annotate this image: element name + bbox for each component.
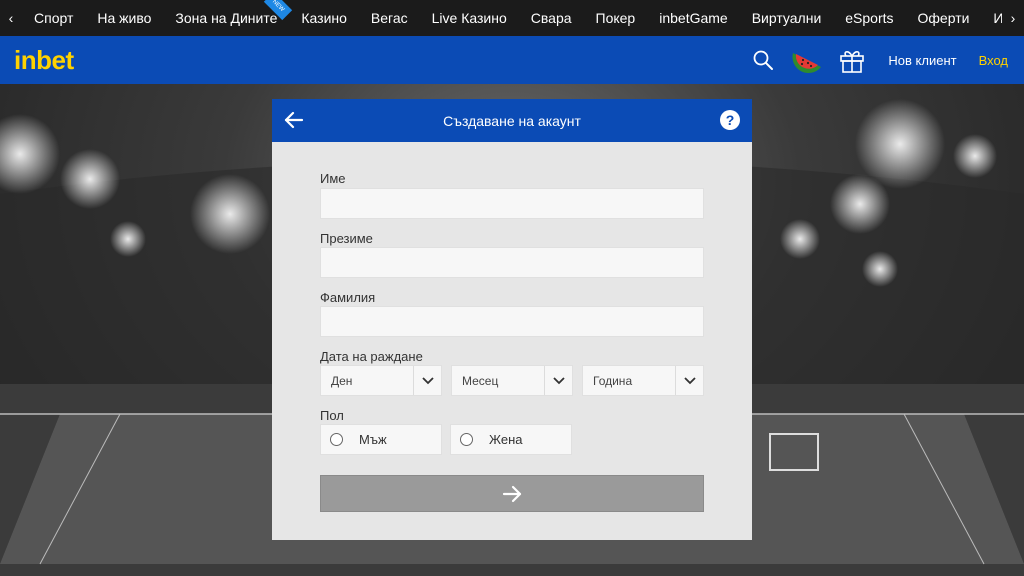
middle-name-label: Презиме (320, 231, 373, 246)
day-select[interactable]: Ден (320, 365, 442, 396)
last-name-input[interactable] (320, 306, 704, 337)
header-actions: Нов клиент Вход (752, 36, 1024, 84)
new-client-link[interactable]: Нов клиент (888, 53, 956, 68)
gender-female-label: Жена (489, 432, 523, 447)
nav-item-games[interactable]: Игрални з (981, 0, 1002, 36)
nav-item-esports[interactable]: eSports (833, 0, 905, 36)
nav-right-arrow-icon[interactable]: › (1002, 0, 1024, 36)
nav-item-sport[interactable]: Спорт (22, 0, 85, 36)
nav-item-virtual[interactable]: Виртуални (740, 0, 834, 36)
create-account-modal: Създаване на акаунт ? Име Презиме Фамили… (272, 99, 752, 540)
nav-item-offers[interactable]: Оферти (906, 0, 982, 36)
radio-circle-icon (330, 433, 343, 446)
nav-item-vegas[interactable]: Вегас (359, 0, 420, 36)
chevron-down-icon (544, 366, 572, 395)
nav-item-label: Зона на Дините (175, 10, 278, 26)
gender-label: Пол (320, 408, 344, 423)
nav-item-inbetgame[interactable]: inbetGame (647, 0, 739, 36)
middle-name-input[interactable] (320, 247, 704, 278)
modal-title: Създаване на акаунт (443, 112, 581, 129)
next-step-button[interactable] (320, 475, 704, 512)
first-name-input[interactable] (320, 188, 704, 219)
gender-male-label: Мъж (359, 432, 387, 447)
nav-left-arrow-icon[interactable]: ‹ (0, 0, 22, 36)
year-select[interactable]: Година (582, 365, 704, 396)
gender-female-radio[interactable]: Жена (450, 424, 572, 455)
last-name-label: Фамилия (320, 290, 376, 305)
chevron-down-icon (413, 366, 441, 395)
site-header: inbet Нов клиент Вход (0, 36, 1024, 84)
inbet-logo[interactable]: inbet (14, 45, 74, 76)
first-name-label: Име (320, 171, 346, 186)
help-icon[interactable]: ? (720, 110, 740, 130)
month-select[interactable]: Месец (451, 365, 573, 396)
nav-items: Спорт На живо Зона на Дините NEW Казино В… (22, 0, 1002, 36)
chevron-down-icon (675, 366, 703, 395)
gender-male-radio[interactable]: Мъж (320, 424, 442, 455)
year-select-value: Година (593, 373, 633, 388)
day-select-value: Ден (331, 373, 353, 388)
radio-circle-icon (460, 433, 473, 446)
watermelon-icon[interactable] (790, 43, 824, 77)
search-icon[interactable] (752, 49, 774, 71)
gift-icon[interactable] (838, 46, 866, 74)
nav-item-casino[interactable]: Казино (289, 0, 359, 36)
birth-date-selects: Ден Месец Година (320, 365, 704, 396)
login-link[interactable]: Вход (979, 53, 1008, 68)
nav-item-live-casino[interactable]: Live Казино (420, 0, 519, 36)
nav-item-svara[interactable]: Свара (519, 0, 584, 36)
birth-date-label: Дата на раждане (320, 349, 423, 364)
modal-header: Създаване на акаунт ? (272, 99, 752, 142)
gender-options: Мъж Жена (320, 424, 580, 455)
nav-item-poker[interactable]: Покер (584, 0, 648, 36)
month-select-value: Месец (462, 373, 499, 388)
category-nav: ‹ Спорт На живо Зона на Дините NEW Казино… (0, 0, 1024, 36)
arrow-right-icon (502, 485, 522, 502)
nav-item-dini-zone[interactable]: Зона на Дините NEW (163, 0, 293, 36)
nav-item-live[interactable]: На живо (85, 0, 163, 36)
